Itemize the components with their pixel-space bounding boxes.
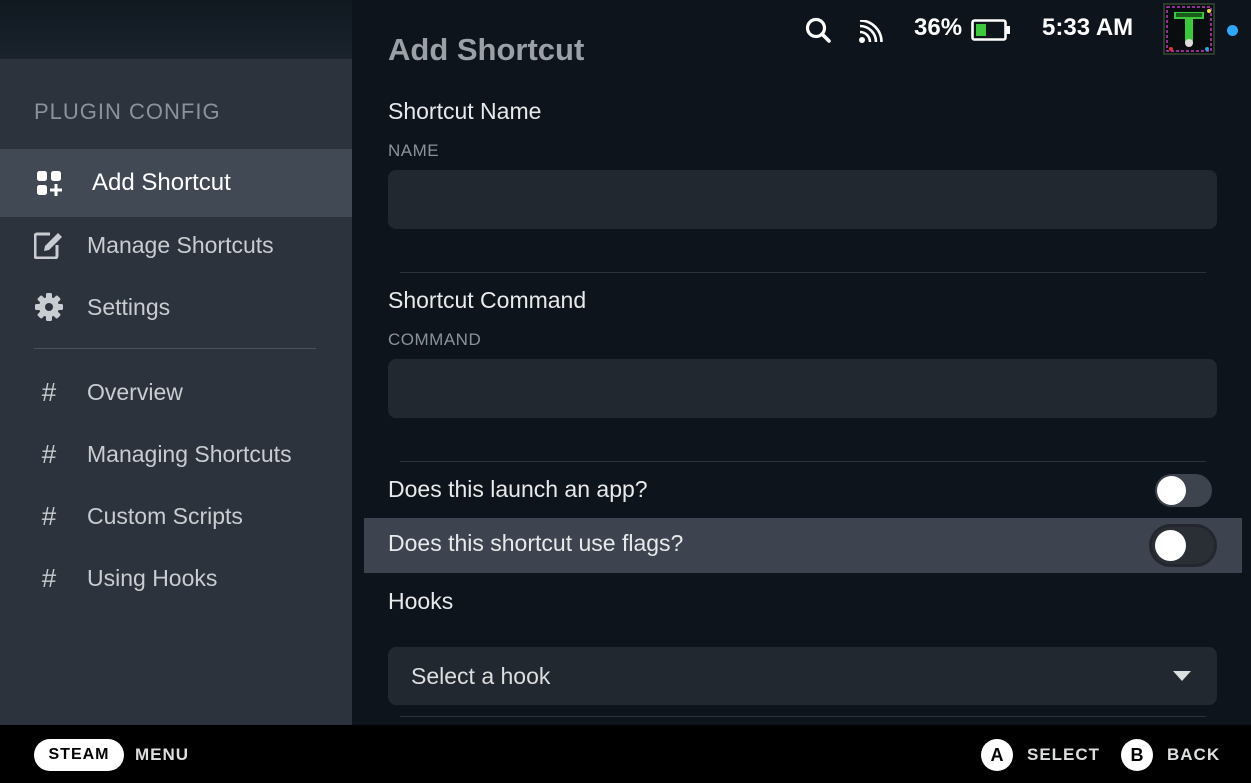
use-flags-label: Does this shortcut use flags? — [388, 530, 684, 556]
sidebar-item-label: Using Hooks — [87, 564, 218, 591]
launch-app-row[interactable]: Does this launch an app? — [364, 464, 1242, 519]
shortcut-name-heading: Shortcut Name — [388, 98, 542, 124]
hooks-heading: Hooks — [388, 588, 454, 614]
b-button-glyph[interactable]: B — [1121, 739, 1153, 771]
select-label: SELECT — [1027, 745, 1101, 764]
edit-icon — [34, 230, 64, 260]
a-button-glyph[interactable]: A — [981, 739, 1013, 771]
shortcut-name-input[interactable] — [388, 170, 1217, 229]
avatar-logo-icon — [1165, 5, 1213, 53]
steam-deck-screen: 36% 5:33 AM PLUGIN CONFIG Add Shortcut M… — [0, 0, 1251, 783]
shortcut-command-label: COMMAND — [388, 330, 482, 349]
top-status-bar: 36% 5:33 AM — [0, 0, 1251, 59]
hash-icon: # — [41, 438, 57, 469]
steam-button[interactable]: STEAM — [34, 739, 124, 771]
add-grid-icon — [34, 168, 64, 198]
sidebar-item-overview[interactable]: # Overview — [0, 361, 352, 423]
sidebar-item-using-hooks[interactable]: # Using Hooks — [0, 547, 352, 609]
sidebar-item-add-shortcut[interactable]: Add Shortcut — [0, 149, 352, 217]
menu-label: MENU — [135, 745, 190, 764]
sidebar-divider — [34, 348, 316, 349]
sidebar-item-managing-shortcuts[interactable]: # Managing Shortcuts — [0, 423, 352, 485]
battery-icon — [971, 19, 1010, 41]
page-title: Add Shortcut — [388, 32, 585, 67]
use-flags-toggle[interactable] — [1149, 524, 1217, 567]
battery-percent: 36% — [914, 14, 963, 41]
sidebar-item-label: Managing Shortcuts — [87, 440, 292, 467]
chevron-down-icon — [1173, 671, 1191, 681]
back-label: BACK — [1167, 745, 1221, 764]
hash-icon: # — [41, 376, 57, 407]
sidebar: PLUGIN CONFIG Add Shortcut Manage Shortc… — [0, 59, 352, 725]
gear-icon — [34, 292, 64, 322]
hash-icon: # — [41, 562, 57, 593]
toggle-knob — [1155, 530, 1186, 561]
shortcut-command-input[interactable] — [388, 359, 1217, 418]
section-divider — [400, 716, 1206, 717]
sidebar-item-label: Settings — [87, 293, 171, 320]
sidebar-item-custom-scripts[interactable]: # Custom Scripts — [0, 485, 352, 547]
top-bar-left-panel — [0, 0, 352, 59]
launch-app-label: Does this launch an app? — [388, 476, 648, 502]
sidebar-item-label: Add Shortcut — [92, 169, 231, 196]
hook-select-value: Select a hook — [411, 663, 551, 689]
shortcut-name-label: NAME — [388, 141, 440, 160]
cast-icon — [859, 20, 883, 43]
bottom-button-bar: STEAM MENU A SELECT B BACK — [0, 725, 1251, 783]
sidebar-item-label: Overview — [87, 378, 183, 405]
avatar[interactable] — [1163, 3, 1215, 55]
sidebar-title: PLUGIN CONFIG — [34, 99, 221, 124]
toggle-knob — [1157, 476, 1186, 505]
sidebar-item-label: Manage Shortcuts — [87, 231, 274, 258]
search-icon[interactable] — [804, 16, 832, 44]
sidebar-item-settings[interactable]: Settings — [0, 276, 352, 338]
launch-app-toggle[interactable] — [1155, 474, 1212, 507]
section-divider — [400, 461, 1206, 462]
online-status-dot — [1227, 25, 1238, 36]
sidebar-item-label: Custom Scripts — [87, 502, 243, 529]
shortcut-command-heading: Shortcut Command — [388, 287, 587, 313]
use-flags-row[interactable]: Does this shortcut use flags? — [364, 518, 1242, 573]
section-divider — [400, 272, 1206, 273]
sidebar-item-manage-shortcuts[interactable]: Manage Shortcuts — [0, 214, 352, 276]
hash-icon: # — [41, 500, 57, 531]
hook-select[interactable]: Select a hook — [388, 647, 1217, 705]
clock: 5:33 AM — [1042, 14, 1134, 41]
